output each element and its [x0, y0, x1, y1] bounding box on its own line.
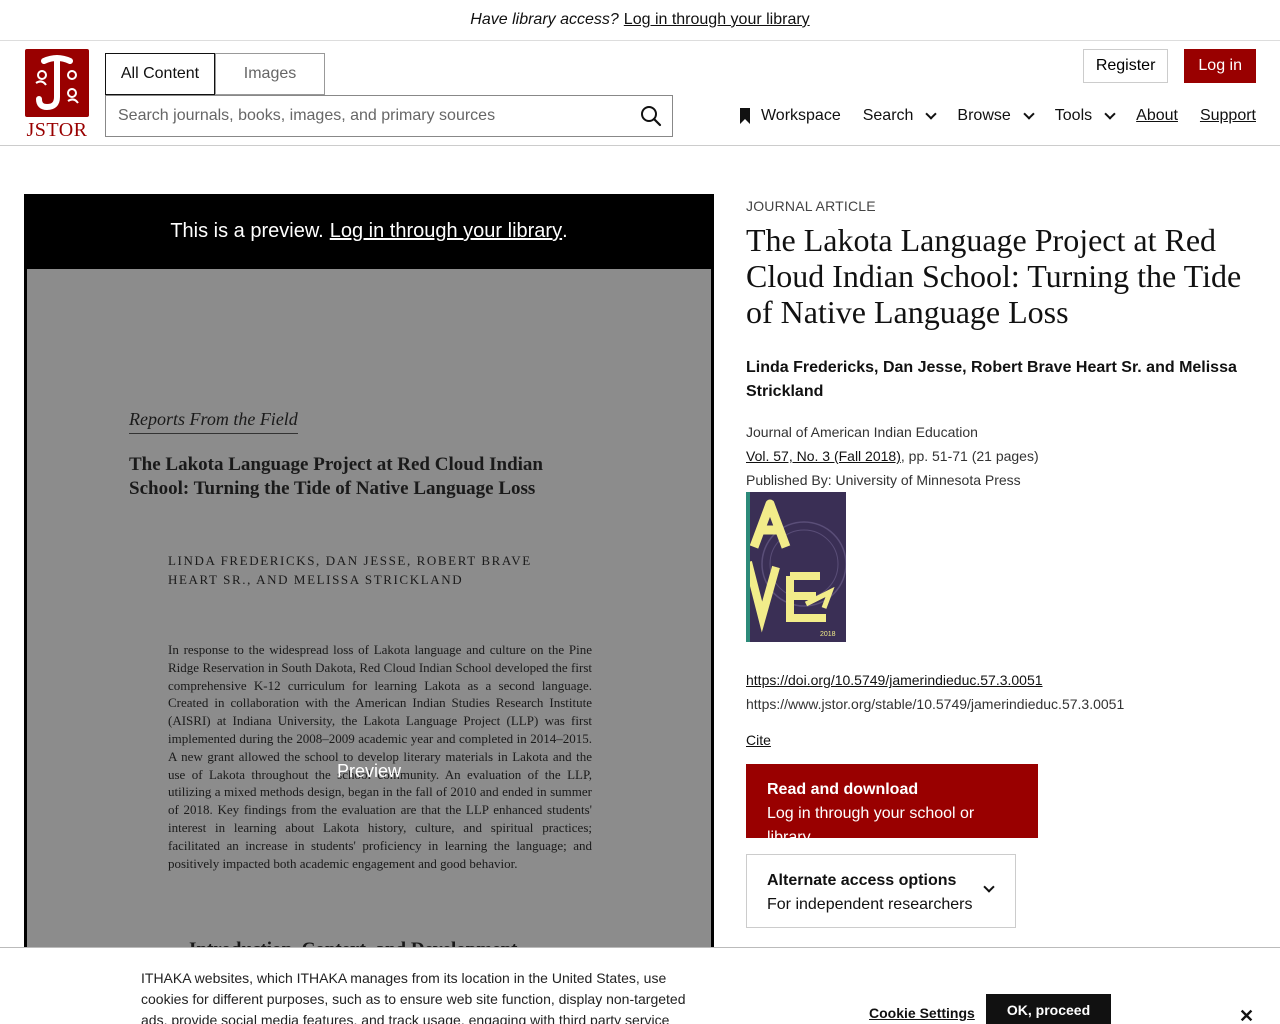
library-login-link[interactable]: Log in through your library [624, 11, 810, 29]
nav-browse[interactable]: Browse [957, 107, 1035, 125]
issue-line: Vol. 57, No. 3 (Fall 2018), pp. 51-71 (2… [746, 444, 1256, 468]
search-button[interactable] [630, 96, 672, 136]
journal-name: Journal of American Indian Education [746, 424, 978, 440]
article-authors: Linda Fredericks, Dan Jesse, Robert Brav… [746, 359, 1237, 400]
nav-workspace-label: Workspace [760, 107, 841, 124]
cookie-notice-text: ITHAKA websites, which ITHAKA manages fr… [141, 970, 686, 1024]
preview-notice: This is a preview. Log in through your l… [24, 194, 714, 269]
cite-link[interactable]: Cite [746, 732, 771, 748]
site-header: JSTOR All Content Images Register Log in… [0, 41, 1280, 146]
page-kicker: Reports From the Field [129, 409, 298, 434]
preview-notice-end: . [562, 220, 568, 242]
tab-images[interactable]: Images [215, 53, 325, 95]
content-type-label: Journal Article [746, 198, 876, 214]
article-title: The Lakota Language Project at Red Cloud… [746, 222, 1242, 330]
library-access-question: Have library access? [470, 11, 619, 28]
login-button[interactable]: Log in [1184, 49, 1256, 83]
nav-tools-label: Tools [1054, 107, 1093, 124]
bookmark-icon [739, 108, 750, 124]
nav-support[interactable]: Support [1200, 107, 1256, 125]
jstor-logo[interactable]: JSTOR [24, 49, 90, 141]
preview-login-link[interactable]: Log in through your library [330, 220, 562, 243]
article-metadata: Journal Article The Lakota Language Proj… [746, 198, 1256, 928]
alternate-access-dropdown[interactable]: Alternate access options For independent… [746, 854, 1016, 928]
nav-about[interactable]: About [1136, 107, 1178, 125]
search-scope-tabs: All Content Images [105, 53, 325, 95]
alt-access-subtitle: For independent researchers [767, 896, 973, 913]
doi-link[interactable]: https://doi.org/10.5749/jamerindieduc.57… [746, 672, 1043, 688]
read-and-download-button[interactable]: Read and download Log in through your sc… [746, 764, 1038, 846]
search-icon [641, 106, 662, 127]
cookie-settings-link[interactable]: Cookie Settings [869, 1005, 975, 1021]
preview-notice-text: This is a preview. [170, 220, 324, 242]
library-access-banner: Have library access? Log in through your… [0, 0, 1280, 41]
alt-access-title: Alternate access options [767, 872, 957, 889]
search-bar [105, 95, 673, 137]
identifiers: https://doi.org/10.5749/jamerindieduc.57… [746, 668, 1256, 716]
cookie-consent-banner: ITHAKA websites, which ITHAKA manages fr… [0, 947, 1280, 1024]
auth-buttons: Register Log in [1082, 49, 1256, 83]
nav-search-label: Search [862, 107, 914, 124]
publisher: Published By: University of Minnesota Pr… [746, 472, 1021, 488]
chevron-down-icon [1104, 108, 1116, 120]
close-icon[interactable]: ✕ [1239, 1006, 1254, 1024]
page-authors: Linda Fredericks, Dan Jesse, Robert Brav… [168, 553, 532, 587]
read-button-subtitle: Log in through your school or library [767, 805, 975, 846]
issue-link[interactable]: Vol. 57, No. 3 (Fall 2018) [746, 448, 901, 464]
main-nav: Workspace Search Browse Tools About Supp… [739, 107, 1256, 125]
nav-search[interactable]: Search [862, 107, 938, 125]
chevron-down-icon [1023, 108, 1035, 120]
nav-workspace[interactable]: Workspace [739, 107, 841, 125]
nav-browse-label: Browse [957, 107, 1011, 124]
page-abstract: In response to the widespread loss of La… [168, 642, 592, 871]
jstor-emblem-icon [25, 49, 89, 117]
journal-cover-image[interactable]: 2018 [746, 492, 846, 642]
jstor-wordmark: JSTOR [26, 119, 88, 141]
article-preview: This is a preview. Log in through your l… [24, 194, 714, 1024]
read-button-title: Read and download [767, 781, 919, 798]
cover-year: 2018 [820, 631, 836, 638]
page-title: The Lakota Language Project at Red Cloud… [129, 454, 544, 499]
page-range: , pp. 51-71 (21 pages) [900, 448, 1039, 464]
preview-watermark: Preview [336, 761, 402, 781]
cite-row: Cite [746, 732, 1256, 748]
stable-url: https://www.jstor.org/stable/10.5749/jam… [746, 696, 1125, 712]
chevron-down-icon [925, 108, 938, 120]
nav-tools[interactable]: Tools [1054, 107, 1116, 125]
journal-info: Journal of American Indian Education Vol… [746, 420, 1256, 492]
register-button[interactable]: Register [1082, 49, 1169, 83]
search-input[interactable] [106, 97, 630, 135]
cookie-accept-button[interactable]: OK, proceed [986, 994, 1111, 1024]
tab-all-content[interactable]: All Content [105, 53, 215, 95]
preview-page-image: Reports From the Field The Lakota Langua… [27, 269, 711, 1024]
